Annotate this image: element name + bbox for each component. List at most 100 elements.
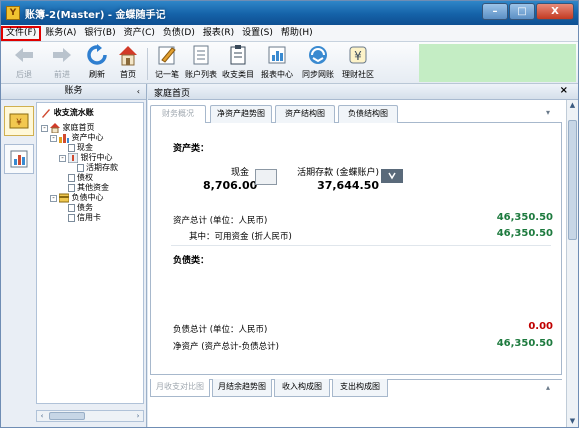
bottom-tab-strip: 月收支对比图 月结余趋势图 收入构成图 支出构成图 [150, 379, 562, 397]
arrow-right-icon [53, 48, 71, 62]
tab-net-assets-trend[interactable]: 净资产趋势图 [210, 105, 272, 123]
home-button[interactable]: 首页 [111, 44, 145, 80]
cash-account[interactable]: 现金 8,706.00 [203, 165, 258, 192]
main-vertical-scrollbar[interactable]: ▲ ▼ [566, 100, 578, 427]
total-liabilities-label: 负债总计 (单位：人民币) [173, 325, 268, 335]
document-icon [68, 204, 75, 212]
tree-item-income-expense[interactable]: 收支流水账 [41, 108, 94, 118]
menu-assets[interactable]: 资产(C) [120, 25, 159, 41]
available-funds-value: 46,350.50 [496, 228, 553, 239]
tab-income-composition[interactable]: 收入构成图 [274, 379, 330, 397]
scroll-down-button[interactable]: ▼ [567, 416, 578, 427]
refresh-button[interactable]: 刷新 [80, 44, 114, 80]
back-button[interactable]: 后退 [7, 44, 41, 80]
close-button[interactable]: X [536, 3, 574, 20]
tab-monthly-balance-trend[interactable]: 月结余趋势图 [212, 379, 272, 397]
tab-liability-structure[interactable]: 负债结构图 [338, 105, 398, 123]
close-page-button[interactable]: × [560, 85, 568, 96]
income-expense-types-button[interactable]: 收支类目 [221, 44, 255, 80]
menu-reports[interactable]: 报表(R) [199, 25, 238, 41]
deposit-card-icon [381, 169, 403, 183]
sidebar: 账务 ‹ ¥ 收支流水账 - 家庭首页 - 资产中心 现金 - 银行中心 活期存… [1, 84, 147, 427]
liabilities-section-title: 负债类： [173, 256, 210, 266]
svg-text:¥: ¥ [354, 49, 362, 63]
arrow-left-icon [15, 48, 33, 62]
tree-expand-toggle[interactable]: - [59, 154, 66, 162]
app-logo-icon: Y [6, 6, 20, 20]
scroll-right-button[interactable]: › [133, 411, 143, 421]
tree-item-cash[interactable]: 现金 [59, 143, 93, 153]
minimize-button[interactable]: – [482, 3, 508, 20]
forward-button[interactable]: 前进 [45, 44, 79, 80]
tab-asset-structure[interactable]: 资产结构图 [275, 105, 335, 123]
maximize-button[interactable]: □ [509, 3, 535, 20]
sync-button[interactable]: 同步网账 [301, 44, 335, 80]
menu-accounting[interactable]: 账务(A) [41, 25, 80, 41]
scroll-left-button[interactable]: ‹ [37, 411, 47, 421]
menu-bar: 文件(F) 账务(A) 银行(B) 资产(C) 负债(D) 报表(R) 设置(S… [1, 25, 578, 42]
tree-expand-toggle[interactable]: - [41, 124, 48, 132]
bank-icon [68, 153, 78, 163]
house-icon [50, 123, 60, 133]
tree-expand-toggle[interactable]: - [50, 134, 57, 142]
cash-value: 8,706.00 [203, 179, 258, 192]
menu-file[interactable]: 文件(F) [1, 26, 42, 41]
toolbar-separator [147, 48, 148, 80]
tree-item-claims[interactable]: 债权 [59, 173, 93, 183]
tree-item-liabilities[interactable]: - 负债中心 [50, 193, 104, 203]
bottom-chart-area [150, 398, 562, 426]
sidebar-tab-accounting[interactable]: ¥ [4, 106, 34, 136]
tab-expense-composition[interactable]: 支出构成图 [332, 379, 388, 397]
document-icon [68, 174, 75, 182]
assets-section-title: 资产类： [173, 144, 210, 154]
tree-expand-toggle[interactable]: - [50, 194, 57, 202]
cash-card-icon [255, 169, 277, 185]
home-icon [119, 46, 137, 66]
deposit-account[interactable]: 活期存款 (金蝶账户) 37,644.50 [283, 165, 379, 192]
tree-item-bank[interactable]: - 银行中心 [59, 153, 113, 163]
yuan-icon: ¥ [349, 46, 367, 64]
available-funds-label: 其中：可用资金 (折人民币) [189, 232, 292, 242]
tree-item-other-funds[interactable]: 其他资金 [59, 183, 109, 193]
scroll-up-button[interactable]: ▲ [567, 100, 578, 111]
tree-item-deposit[interactable]: 活期存款 [68, 163, 118, 173]
page-title: 家庭首页 [154, 89, 191, 99]
total-liabilities-value: 0.00 [528, 321, 553, 332]
list-icon [193, 45, 209, 65]
deposit-value: 37,644.50 [317, 179, 379, 192]
tab-dropdown-icon[interactable]: ▾ [546, 108, 550, 117]
document-icon [68, 214, 75, 222]
tab-monthly-comparison[interactable]: 月收支对比图 [150, 379, 210, 397]
menu-settings[interactable]: 设置(S) [238, 25, 277, 41]
sidebar-collapse-button[interactable]: ‹ [137, 84, 140, 99]
report-center-button[interactable]: 报表中心 [260, 44, 294, 80]
tree-item-assets[interactable]: - 资产中心 [50, 133, 104, 143]
bottom-tab-dropdown-icon[interactable]: ▴ [546, 383, 550, 392]
scroll-thumb[interactable] [568, 120, 577, 240]
accounts-list-button[interactable]: 账户列表 [184, 44, 218, 80]
window-title: 账簿-2(Master) - 金蝶随手记 [25, 10, 166, 21]
tab-financial-overview[interactable]: 财务概况 [150, 105, 206, 124]
green-banner [419, 44, 576, 82]
sidebar-tab-reports[interactable] [4, 144, 34, 174]
top-tab-strip: 财务概况 净资产趋势图 资产结构图 负债结构图 [150, 105, 562, 124]
finance-community-button[interactable]: ¥ 理财社区 [341, 44, 375, 80]
menu-bank[interactable]: 银行(B) [80, 25, 119, 41]
menu-liabilities[interactable]: 负债(D) [159, 25, 199, 41]
liability-icon [59, 193, 69, 203]
document-icon [68, 144, 75, 152]
bar-chart-icon [10, 150, 28, 168]
tree-item-credit-card[interactable]: 信用卡 [59, 213, 101, 223]
overview-panel: 资产类： 现金 8,706.00 活期存款 (金蝶账户) 37,644.50 资… [150, 123, 562, 375]
pencil-icon [42, 109, 50, 118]
main-panel: 家庭首页 × 财务概况 净资产趋势图 资产结构图 负债结构图 ▾ 资产类： 现金… [148, 84, 578, 427]
sidebar-horizontal-scrollbar[interactable]: ‹ › [36, 410, 144, 422]
tree-item-debt[interactable]: 债务 [59, 203, 93, 213]
note-button[interactable]: 记一笔 [150, 44, 184, 80]
scroll-thumb[interactable] [49, 412, 85, 420]
menu-help[interactable]: 帮助(H) [277, 25, 317, 41]
tree-item-home[interactable]: - 家庭首页 [41, 123, 95, 133]
globe-sync-icon [309, 46, 327, 64]
account-tree: 收支流水账 - 家庭首页 - 资产中心 现金 - 银行中心 活期存款 债权 其他… [36, 102, 144, 404]
refresh-icon [87, 44, 107, 65]
